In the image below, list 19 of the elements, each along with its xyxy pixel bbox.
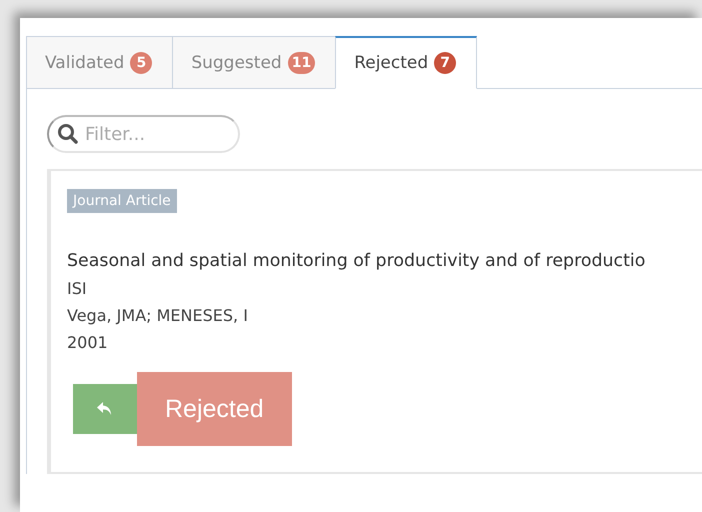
tab[interactable]: Suggested 11 <box>172 36 336 88</box>
filter-field[interactable]: Filter... <box>47 115 240 153</box>
record-title: Seasonal and spatial monitoring of productivity and of reproductio <box>67 251 646 271</box>
count-badge: 11 <box>288 52 316 74</box>
record-authors: Vega, JMA; MENESES, I <box>67 306 249 325</box>
record-year: 2001 <box>67 333 109 352</box>
tab-label: Validated <box>45 52 124 72</box>
record-source: ISI <box>67 279 88 298</box>
status-button[interactable]: Rejected <box>137 372 292 446</box>
count-badge: 5 <box>130 52 152 74</box>
undo-button[interactable] <box>73 384 137 434</box>
count-badge: 7 <box>434 52 456 74</box>
tab-label: Rejected <box>354 53 428 73</box>
undo-icon <box>96 401 114 417</box>
tab[interactable]: Rejected 7 <box>335 36 478 89</box>
search-icon <box>57 123 79 145</box>
tab[interactable]: Validated 5 <box>26 36 174 88</box>
type-tag: Journal Article <box>67 189 177 213</box>
tab-label: Suggested <box>191 52 282 72</box>
